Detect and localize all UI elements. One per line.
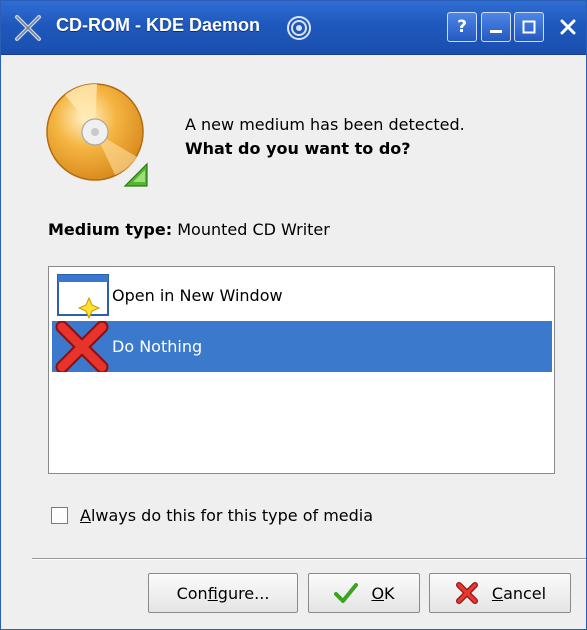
kde-x-app-icon[interactable] [13, 13, 43, 43]
maximize-icon [522, 20, 536, 34]
action-label: Open in New Window [112, 286, 283, 305]
new-window-icon [57, 274, 109, 320]
sticky-spiral-icon[interactable] [284, 13, 314, 43]
always-do-this-checkbox[interactable] [51, 507, 68, 524]
checkmark-icon [334, 583, 359, 603]
help-icon: ? [457, 17, 467, 37]
action-label: Do Nothing [112, 337, 203, 356]
minimize-button[interactable] [481, 12, 511, 42]
close-button[interactable] [550, 12, 586, 42]
title-bar[interactable]: CD-ROM - KDE Daemon ? [1, 1, 586, 55]
cancel-label: Cancel [491, 583, 547, 603]
help-button[interactable]: ? [447, 12, 477, 42]
always-do-this-option[interactable]: Always do this for this type of media [51, 506, 373, 525]
close-icon [560, 19, 576, 35]
list-item-open-new-window[interactable]: Open in New Window [52, 270, 552, 321]
medium-type-value: Mounted CD Writer [177, 220, 330, 239]
cancel-x-icon [455, 582, 478, 604]
kde-dialog-window: CD-ROM - KDE Daemon ? A new medium has b… [0, 0, 587, 630]
medium-type-label: Medium type: [48, 220, 173, 239]
detection-message: A new medium has been detected. [185, 115, 465, 134]
configure-button[interactable]: Configure... [148, 573, 298, 613]
configure-label: Configure... [176, 583, 270, 603]
window-title: CD-ROM - KDE Daemon [56, 15, 261, 35]
action-list[interactable]: Open in New Window Do Nothing [48, 266, 555, 474]
ok-button[interactable]: OK [308, 573, 420, 613]
ok-label: OK [371, 583, 395, 603]
minimize-icon [490, 30, 502, 33]
medium-type-row: Medium type: Mounted CD Writer [48, 220, 330, 239]
always-do-this-label: Always do this for this type of media [80, 506, 374, 525]
question-message: What do you want to do? [185, 139, 411, 158]
red-x-icon [55, 321, 109, 372]
maximize-button[interactable] [514, 12, 544, 42]
cancel-button[interactable]: Cancel [429, 573, 571, 613]
separator [32, 558, 586, 560]
list-item-do-nothing[interactable]: Do Nothing [52, 321, 552, 372]
cd-rom-icon [46, 83, 148, 187]
